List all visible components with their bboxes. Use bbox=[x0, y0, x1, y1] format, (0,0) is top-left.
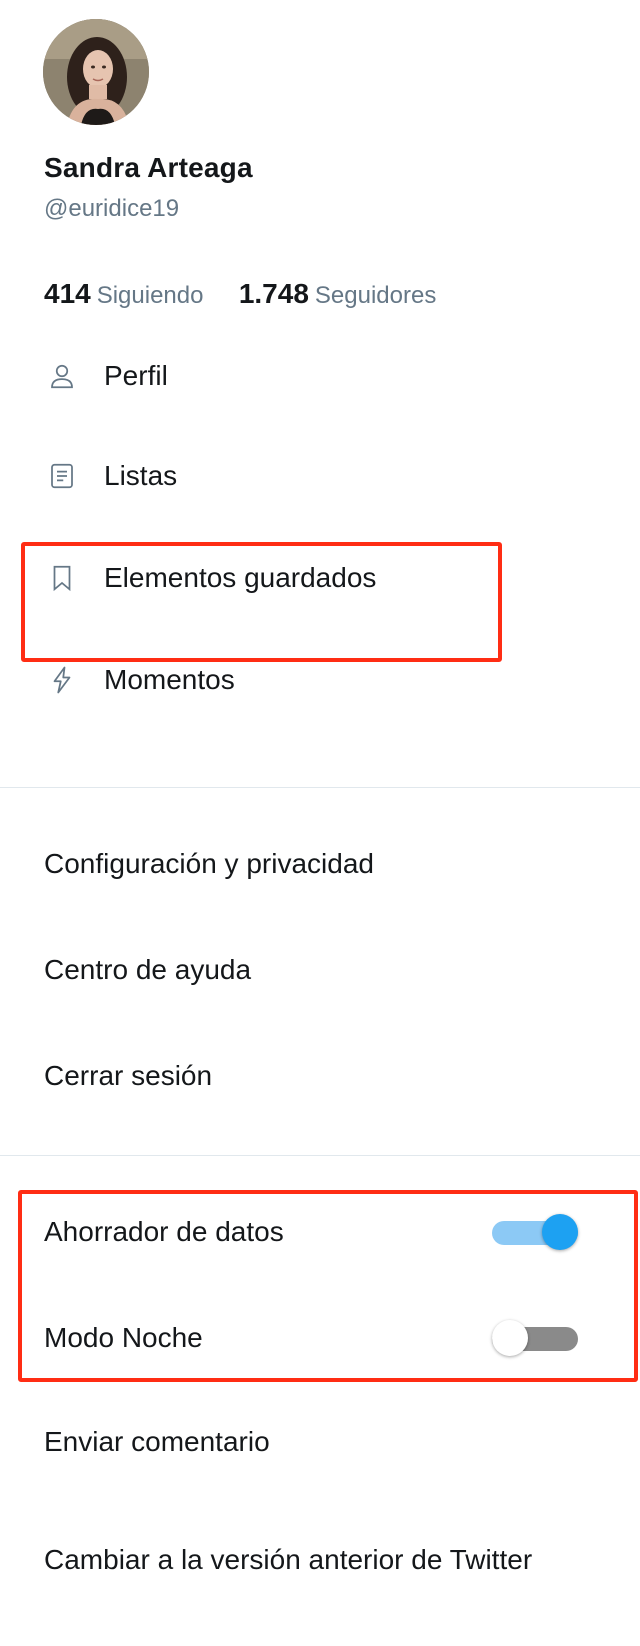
nav-item-label: Elementos guardados bbox=[104, 562, 377, 593]
avatar-photo bbox=[43, 19, 149, 125]
divider bbox=[0, 787, 640, 788]
night-mode-label: Modo Noche bbox=[44, 1322, 203, 1353]
followers-count: 1.748 bbox=[238, 278, 309, 309]
followers-label: Seguidores bbox=[314, 282, 437, 309]
switch-legacy-twitter-link[interactable]: Cambiar a la versión anterior de Twitter bbox=[44, 1540, 564, 1580]
data-saver-toggle[interactable] bbox=[492, 1214, 578, 1250]
profile-stats: 414 Siguiendo 1.748 Seguidores bbox=[44, 278, 436, 310]
settings-privacy-link[interactable]: Configuración y privacidad bbox=[44, 848, 374, 880]
following-label: Siguiendo bbox=[96, 282, 204, 309]
profile-name[interactable]: Sandra Arteaga bbox=[44, 152, 253, 184]
following-count: 414 bbox=[44, 278, 91, 309]
toggle-knob bbox=[492, 1320, 528, 1356]
nav-item-lists[interactable]: Listas bbox=[44, 456, 177, 496]
data-saver-label: Ahorrador de datos bbox=[44, 1216, 284, 1247]
night-mode-toggle[interactable] bbox=[492, 1320, 578, 1356]
nav-item-bookmarks[interactable]: Elementos guardados bbox=[44, 558, 376, 598]
list-icon bbox=[44, 458, 80, 494]
nav-item-label: Momentos bbox=[104, 664, 235, 695]
nav-item-moments[interactable]: Momentos bbox=[44, 660, 235, 700]
user-icon bbox=[44, 358, 80, 394]
nav-item-label: Perfil bbox=[104, 360, 168, 391]
bookmark-icon bbox=[44, 560, 80, 596]
lightning-icon bbox=[44, 662, 80, 698]
help-center-link[interactable]: Centro de ayuda bbox=[44, 954, 251, 986]
avatar[interactable] bbox=[43, 19, 149, 125]
followers-link[interactable]: 1.748 Seguidores bbox=[239, 278, 437, 309]
data-saver-row: Ahorrador de datos bbox=[44, 1210, 578, 1254]
nav-item-label: Listas bbox=[104, 460, 178, 491]
profile-handle: @euridice19 bbox=[44, 195, 180, 222]
logout-link[interactable]: Cerrar sesión bbox=[44, 1060, 212, 1092]
toggle-knob bbox=[542, 1214, 578, 1250]
night-mode-row: Modo Noche bbox=[44, 1316, 578, 1360]
send-feedback-link[interactable]: Enviar comentario bbox=[44, 1426, 270, 1458]
following-link[interactable]: 414 Siguiendo bbox=[44, 278, 210, 309]
nav-item-profile[interactable]: Perfil bbox=[44, 356, 168, 396]
divider bbox=[0, 1155, 640, 1156]
